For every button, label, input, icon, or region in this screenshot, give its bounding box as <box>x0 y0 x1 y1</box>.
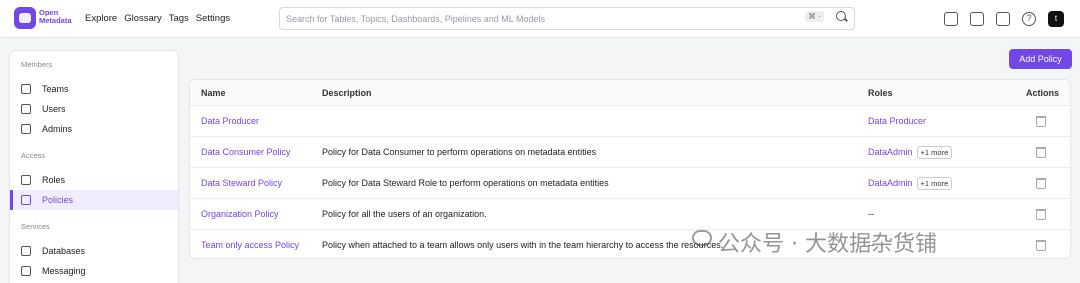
policy-name-link[interactable]: Team only access Policy <box>201 230 299 258</box>
table-row: Data Producer Data Producer <box>190 106 1070 137</box>
sidebar-item-label: Messaging <box>42 266 86 276</box>
header-description: Description <box>322 87 372 98</box>
main-nav: Explore Glossary Tags Settings <box>85 13 230 24</box>
sidebar-item-policies[interactable]: Policies <box>10 190 178 210</box>
database-icon <box>21 246 31 256</box>
trash-icon[interactable] <box>1036 239 1046 251</box>
table-row: Data Consumer Policy Policy for Data Con… <box>190 137 1070 168</box>
policies-icon <box>21 195 31 205</box>
policy-description: Policy for all the users of an organizat… <box>322 209 487 219</box>
policy-description: Policy for Data Consumer to perform oper… <box>322 147 597 157</box>
wechat-icon <box>692 230 712 246</box>
nav-tags[interactable]: Tags <box>169 13 189 24</box>
trash-icon[interactable] <box>1036 115 1046 127</box>
global-search <box>279 7 855 30</box>
table-row: Organization Policy Policy for all the u… <box>190 199 1070 230</box>
table-header: Name Description Roles Actions <box>190 80 1070 106</box>
search-icon[interactable] <box>836 11 846 21</box>
header-name: Name <box>201 87 226 98</box>
trash-icon[interactable] <box>1036 146 1046 158</box>
role-empty: -- <box>868 209 874 219</box>
admin-icon <box>21 124 31 134</box>
sidebar-section-services: Services <box>21 222 50 231</box>
policy-name-link[interactable]: Data Consumer Policy <box>201 137 291 167</box>
help-icon[interactable]: ? <box>1022 12 1036 26</box>
sidebar-item-users[interactable]: Users <box>10 99 178 119</box>
search-input[interactable] <box>286 11 786 27</box>
trash-icon[interactable] <box>1036 177 1046 189</box>
more-roles-badge[interactable]: +1 more <box>916 145 953 159</box>
sidebar-item-databases[interactable]: Databases <box>10 241 178 261</box>
policies-table: Name Description Roles Actions Data Prod… <box>189 79 1071 259</box>
team-icon <box>21 84 31 94</box>
policy-name-link[interactable]: Organization Policy <box>201 199 279 229</box>
user-icon <box>21 104 31 114</box>
add-policy-button[interactable]: Add Policy <box>1009 49 1072 69</box>
user-avatar[interactable]: t <box>1048 11 1064 27</box>
sidebar-item-teams[interactable]: Teams <box>10 79 178 99</box>
policy-name-link[interactable]: Data Producer <box>201 106 259 136</box>
more-roles-badge[interactable]: +1 more <box>916 176 953 190</box>
logo-text: Open Metadata <box>39 8 72 25</box>
search-shortcut-badge: ⌘ · <box>805 11 824 22</box>
sidebar-item-messaging[interactable]: Messaging <box>10 261 178 281</box>
settings-sidebar: Members Teams Users Admins Access Roles … <box>9 50 179 283</box>
header-actions: Actions <box>1026 87 1060 98</box>
policy-name-link[interactable]: Data Steward Policy <box>201 168 282 198</box>
header-roles: Roles <box>868 87 893 98</box>
roles-icon <box>21 175 31 185</box>
policy-description: Policy for Data Steward Role to perform … <box>322 178 609 188</box>
top-right-icons: ? t <box>944 11 1064 27</box>
rocket-icon[interactable] <box>970 12 984 26</box>
role-link[interactable]: DataAdmin <box>868 147 913 157</box>
nav-glossary[interactable]: Glossary <box>124 13 161 24</box>
sidebar-item-label: Roles <box>42 175 66 185</box>
sidebar-item-label: Users <box>42 104 66 114</box>
policy-description: Policy when attached to a team allows on… <box>322 240 724 250</box>
messaging-icon <box>21 266 31 276</box>
sidebar-item-label: Teams <box>42 84 69 94</box>
watermark-text: 公众号 · 大数据杂货铺 <box>718 232 937 257</box>
sidebar-item-roles[interactable]: Roles <box>10 170 178 190</box>
openmetadata-logo-icon[interactable] <box>14 7 36 29</box>
nav-settings[interactable]: Settings <box>196 13 230 24</box>
sidebar-section-members: Members <box>21 60 53 69</box>
table-row: Team only access Policy Policy when atta… <box>190 230 1070 258</box>
sidebar-item-label: Admins <box>42 124 73 134</box>
notification-bell-icon[interactable] <box>944 12 958 26</box>
sidebar-item-label: Policies <box>42 195 74 205</box>
sidebar-section-access: Access <box>21 151 46 160</box>
book-icon[interactable] <box>996 12 1010 26</box>
top-navbar: Open Metadata Explore Glossary Tags Sett… <box>0 0 1080 38</box>
table-row: Data Steward Policy Policy for Data Stew… <box>190 168 1070 199</box>
trash-icon[interactable] <box>1036 208 1046 220</box>
nav-explore[interactable]: Explore <box>85 13 117 24</box>
role-link[interactable]: Data Producer <box>868 116 926 126</box>
role-link[interactable]: DataAdmin <box>868 178 913 188</box>
sidebar-item-admins[interactable]: Admins <box>10 119 178 139</box>
sidebar-item-label: Databases <box>42 246 86 256</box>
